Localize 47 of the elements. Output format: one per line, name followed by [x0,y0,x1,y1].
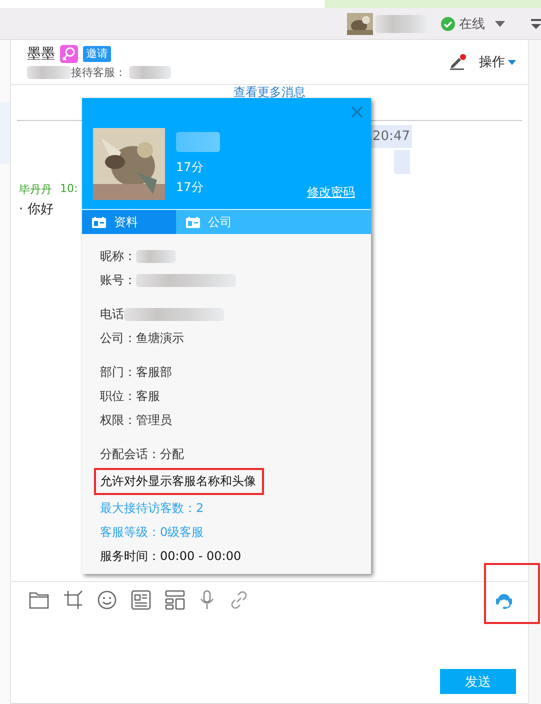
caret-icon[interactable] [508,60,516,64]
actions-menu[interactable]: 操作 [479,53,505,71]
field-text: 分配会话：分配 [100,446,184,462]
message-text: · 你好 [19,201,54,218]
field-text: 最大接待访客数：2 [100,500,204,516]
layout-icon[interactable] [165,590,185,610]
blurred-text [27,66,71,78]
contact-name: 墨墨 [27,44,55,62]
message-time: 20:47 [372,129,410,144]
pen-icon[interactable] [449,54,467,70]
change-password-link[interactable]: 修改密码 [307,184,355,201]
message-time: 10: [60,182,78,197]
id-card-icon [92,216,106,228]
field-text: 客服等级：0级客服 [100,524,204,540]
folder-icon[interactable] [29,591,49,609]
crop-icon[interactable] [63,590,83,610]
tab[interactable]: 资料 [82,210,176,234]
blurred-text [129,66,171,78]
field-text: 电话 [100,306,124,322]
id-card-icon [186,216,200,228]
message-bubble [394,150,410,174]
field-text: 服务时间：00:00 - 00:00 [100,548,242,564]
blurred-text [375,14,427,32]
field-text: 职位：客服 [100,388,160,404]
field-text: 账号： [100,272,136,288]
field-text: 部门：客服部 [100,364,172,380]
link-icon[interactable] [229,590,249,610]
check-icon [441,16,455,30]
field-text: 权限：管理员 [100,412,172,428]
field-text: 昵称： [100,248,136,264]
send-button[interactable]: 发送 [440,669,516,694]
score-text: 17分 [176,159,204,176]
score-text: 17分 [176,179,204,196]
card-icon[interactable] [131,590,151,610]
menu-icon[interactable] [531,18,541,28]
more-messages-link[interactable]: 查看更多消息 [17,85,522,99]
field-text: 公司：鱼塘演示 [100,330,184,346]
field-text: 允许对外显示客服名称和头像 [94,468,264,494]
agent-label: 接待客服： [71,64,126,80]
status-label[interactable]: 在线 [459,14,485,32]
smiley-icon[interactable] [97,590,117,610]
sender-name: 毕丹丹 [19,182,52,197]
tab[interactable]: 公司 [176,210,270,234]
invite-badge[interactable]: 邀请 [83,46,111,62]
blurred-text [176,132,220,152]
caret-icon[interactable] [495,20,505,26]
microphone-icon[interactable] [199,590,215,610]
